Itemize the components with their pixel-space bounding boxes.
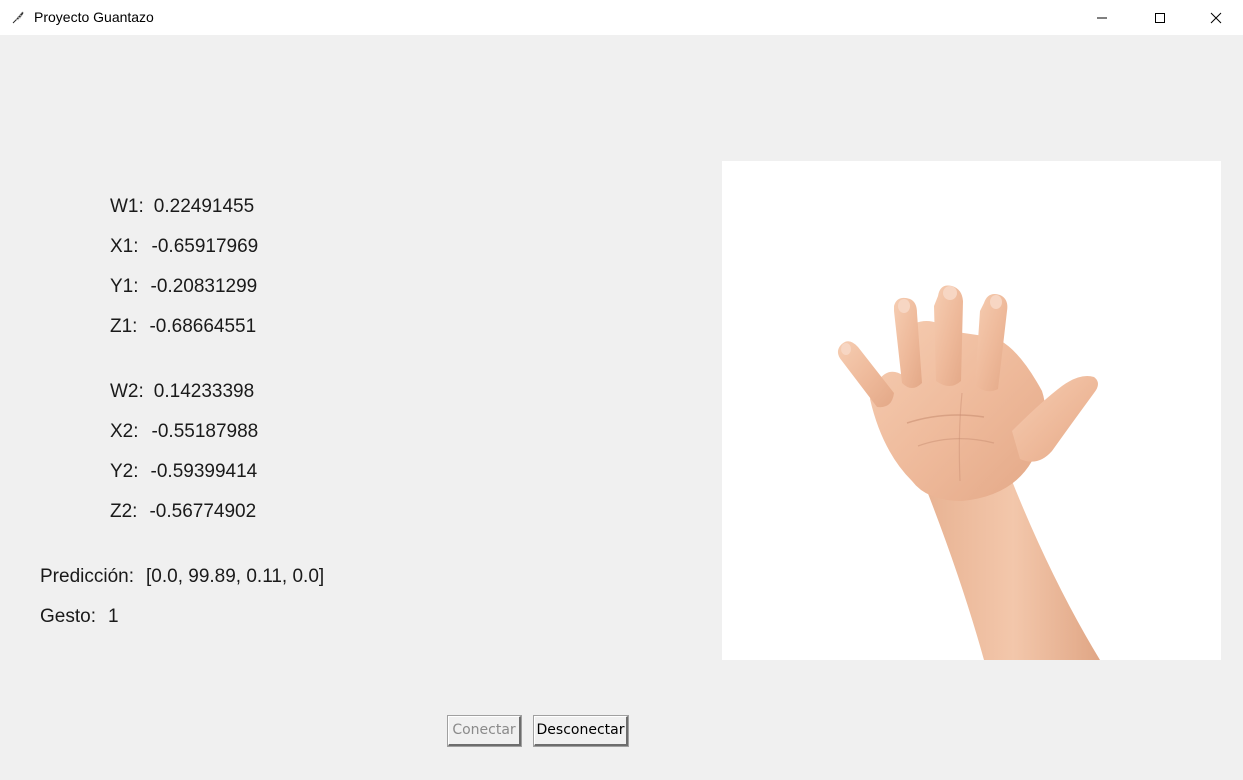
- reading-y2: Y2: -0.59399414: [110, 461, 257, 483]
- gesture-image-panel: [722, 161, 1221, 660]
- app-window: Proyecto Guantazo W1: 0.22491455 X1: -0.65…: [0, 0, 1243, 780]
- open-hand-image: [837, 285, 1100, 660]
- x1-value: -0.65917969: [151, 236, 259, 257]
- maximize-button[interactable]: [1131, 0, 1189, 35]
- title-bar[interactable]: Proyecto Guantazo: [0, 0, 1243, 35]
- w2-label: W2:: [110, 381, 144, 402]
- y2-label: Y2:: [110, 461, 139, 482]
- reading-z2: Z2: -0.56774902: [110, 501, 256, 523]
- close-button[interactable]: [1189, 0, 1243, 35]
- reading-z1: Z1: -0.68664551: [110, 316, 256, 338]
- x2-value: -0.55187988: [151, 421, 259, 442]
- feather-icon: [10, 9, 26, 25]
- close-icon: [1210, 12, 1222, 24]
- y1-value: -0.20831299: [150, 276, 258, 297]
- gesture-label: Gesto:: [40, 606, 96, 627]
- reading-w1: W1: 0.22491455: [110, 196, 254, 218]
- reading-x1: X1: -0.65917969: [110, 236, 258, 258]
- minimize-button[interactable]: [1073, 0, 1131, 35]
- z1-value: -0.68664551: [149, 316, 257, 337]
- w2-value: 0.14233398: [153, 381, 255, 402]
- y2-value: -0.59399414: [150, 461, 258, 482]
- connect-button[interactable]: Conectar: [447, 715, 522, 747]
- prediction-value: [0.0, 99.89, 0.11, 0.0]: [146, 566, 325, 587]
- z1-label: Z1:: [110, 316, 138, 337]
- reading-w2: W2: 0.14233398: [110, 381, 254, 403]
- gesture-value: 1: [107, 606, 119, 627]
- reading-y1: Y1: -0.20831299: [110, 276, 257, 298]
- x2-label: X2:: [110, 421, 139, 442]
- disconnect-button[interactable]: Desconectar: [533, 715, 629, 747]
- w1-value: 0.22491455: [153, 196, 255, 217]
- minimize-icon: [1096, 12, 1108, 24]
- y1-label: Y1:: [110, 276, 139, 297]
- z2-label: Z2:: [110, 501, 138, 522]
- z2-value: -0.56774902: [149, 501, 257, 522]
- prediction-row: Predicción: [0.0, 99.89, 0.11, 0.0]: [40, 566, 324, 588]
- reading-x2: X2: -0.55187988: [110, 421, 258, 443]
- gesture-row: Gesto: 1: [40, 606, 119, 628]
- w1-label: W1:: [110, 196, 144, 217]
- window-title: Proyecto Guantazo: [34, 9, 154, 25]
- maximize-icon: [1154, 12, 1166, 24]
- prediction-label: Predicción:: [40, 566, 134, 587]
- x1-label: X1:: [110, 236, 139, 257]
